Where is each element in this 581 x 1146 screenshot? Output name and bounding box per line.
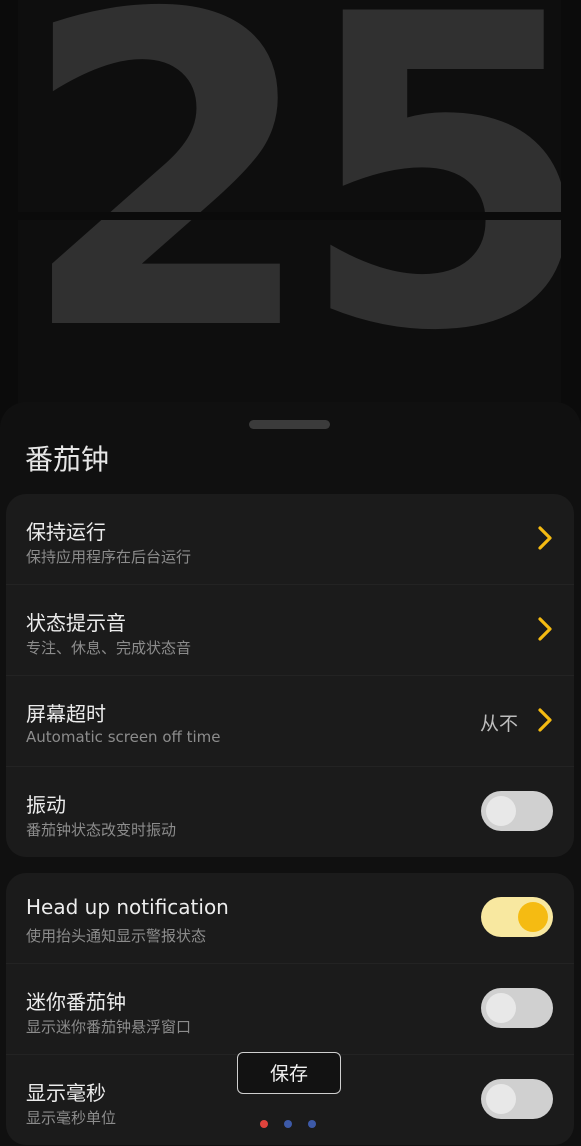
setting-head-up-notification: Head up notification 使用抬头通知显示警报状态 xyxy=(6,873,574,964)
toggle-knob xyxy=(518,902,548,932)
chevron-right-icon xyxy=(538,617,552,641)
show-milliseconds-toggle[interactable] xyxy=(481,1079,553,1119)
head-up-notification-toggle[interactable] xyxy=(481,897,553,937)
setting-subtitle: 显示迷你番茄钟悬浮窗口 xyxy=(26,1018,192,1036)
page-dot[interactable] xyxy=(260,1120,268,1128)
page-dot[interactable] xyxy=(284,1120,292,1128)
setting-keep-running[interactable]: 保持运行 保持应用程序在后台运行 xyxy=(6,494,574,585)
setting-subtitle: 保持应用程序在后台运行 xyxy=(26,548,192,566)
sheet-drag-handle[interactable] xyxy=(249,420,330,429)
page-indicator xyxy=(260,1120,320,1130)
mini-pomodoro-toggle[interactable] xyxy=(481,988,553,1028)
toggle-knob xyxy=(486,796,516,826)
setting-title: 显示毫秒 xyxy=(26,1081,106,1105)
toggle-knob xyxy=(486,1084,516,1114)
setting-subtitle: 番茄钟状态改变时振动 xyxy=(26,821,177,839)
save-button[interactable]: 保存 xyxy=(237,1052,341,1094)
screen-timeout-value: 从不 xyxy=(479,713,518,735)
settings-sheet: 番茄钟 保持运行 保持应用程序在后台运行 状态提示音 专注、休息、完成状态音 屏… xyxy=(0,402,581,1146)
screen: 25 番茄钟 保持运行 保持应用程序在后台运行 状态提示音 专注、休息、完成状态… xyxy=(0,0,581,1146)
chevron-right-icon xyxy=(538,526,552,550)
setting-screen-timeout[interactable]: 屏幕超时 Automatic screen off time 从不 xyxy=(6,676,574,767)
setting-subtitle: Automatic screen off time xyxy=(26,728,221,746)
flip-clock: 25 xyxy=(18,0,561,430)
setting-status-sound[interactable]: 状态提示音 专注、休息、完成状态音 xyxy=(6,585,574,676)
settings-card-display: Head up notification 使用抬头通知显示警报状态 迷你番茄钟 … xyxy=(6,873,574,1145)
sheet-title: 番茄钟 xyxy=(25,443,110,476)
setting-title: 保持运行 xyxy=(26,520,106,544)
flip-seam xyxy=(18,212,561,220)
setting-title: 振动 xyxy=(26,793,66,817)
page-dot[interactable] xyxy=(308,1120,316,1128)
vibration-toggle[interactable] xyxy=(481,791,553,831)
settings-card-general: 保持运行 保持应用程序在后台运行 状态提示音 专注、休息、完成状态音 屏幕超时 … xyxy=(6,494,574,857)
setting-title: 屏幕超时 xyxy=(26,702,106,726)
setting-title: 迷你番茄钟 xyxy=(26,990,126,1014)
setting-mini-pomodoro: 迷你番茄钟 显示迷你番茄钟悬浮窗口 xyxy=(6,964,574,1055)
setting-title: 状态提示音 xyxy=(26,611,126,635)
toggle-knob xyxy=(486,993,516,1023)
setting-subtitle: 显示毫秒单位 xyxy=(26,1109,117,1127)
setting-title: Head up notification xyxy=(26,895,229,919)
setting-vibration: 振动 番茄钟状态改变时振动 xyxy=(6,767,574,857)
clock-digits: 25 xyxy=(18,0,561,425)
setting-subtitle: 使用抬头通知显示警报状态 xyxy=(26,927,207,945)
chevron-right-icon xyxy=(538,708,552,732)
setting-subtitle: 专注、休息、完成状态音 xyxy=(26,639,192,657)
